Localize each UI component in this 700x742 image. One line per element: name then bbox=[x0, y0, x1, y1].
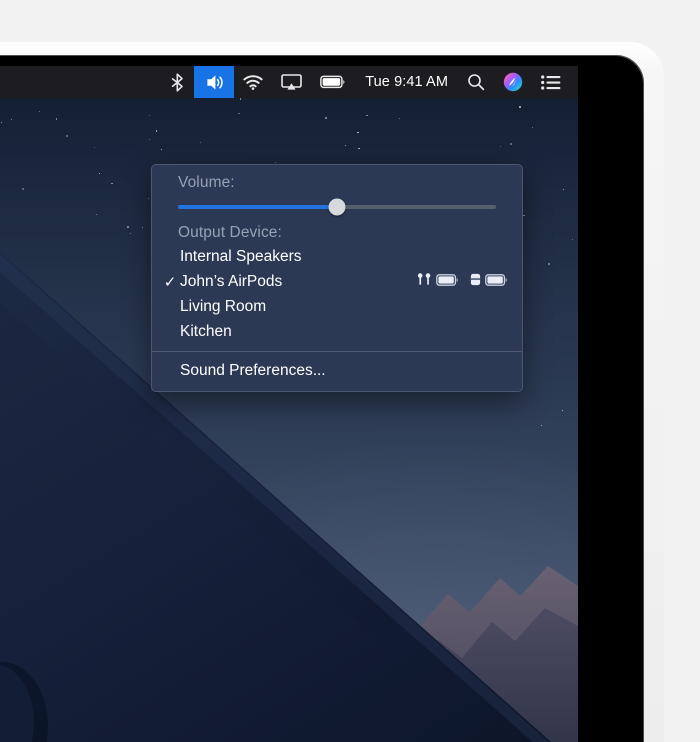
slider-track[interactable] bbox=[178, 198, 496, 216]
output-device-item[interactable]: Kitchen bbox=[152, 319, 522, 344]
slider-thumb[interactable] bbox=[328, 198, 346, 216]
list-icon bbox=[541, 74, 561, 90]
battery-group bbox=[417, 272, 459, 291]
menubar-item-volume[interactable] bbox=[194, 66, 235, 98]
menu-bar: Tue 9:41 AM bbox=[0, 66, 578, 98]
battery-icon bbox=[436, 273, 459, 291]
siri-icon bbox=[503, 72, 523, 92]
battery-icon bbox=[320, 75, 346, 89]
volume-icon bbox=[203, 74, 225, 91]
menubar-item-spotlight[interactable] bbox=[458, 66, 494, 98]
airplay-icon bbox=[281, 73, 303, 91]
output-device-label-text: John’s AirPods bbox=[180, 272, 283, 290]
menubar-clock[interactable]: Tue 9:41 AM bbox=[355, 74, 458, 90]
bluetooth-icon bbox=[170, 72, 185, 92]
output-device-item[interactable]: Internal Speakers bbox=[152, 244, 522, 269]
menubar-item-battery[interactable] bbox=[311, 66, 355, 98]
screenshot-root: Tue 9:41 AM Volume: Output Device: Inter… bbox=[0, 0, 700, 742]
menubar-item-bluetooth[interactable] bbox=[161, 66, 194, 98]
menu-footer: Sound Preferences... bbox=[152, 352, 522, 391]
output-device-label-text: Living Room bbox=[180, 297, 267, 315]
search-icon bbox=[467, 73, 485, 91]
checkmark-icon: ✓ bbox=[163, 273, 177, 291]
volume-slider[interactable] bbox=[152, 194, 522, 221]
battery-group bbox=[470, 273, 508, 291]
wifi-icon bbox=[243, 74, 263, 90]
slider-fill bbox=[178, 205, 337, 209]
sound-preferences-item[interactable]: Sound Preferences... bbox=[152, 358, 522, 383]
output-device-label-text: Internal Speakers bbox=[180, 247, 302, 265]
output-device-label-text: Kitchen bbox=[180, 322, 232, 340]
output-device-item[interactable]: Living Room bbox=[152, 294, 522, 319]
airpods-icon bbox=[417, 272, 432, 291]
menubar-item-notification-center[interactable] bbox=[532, 66, 570, 98]
battery-icon bbox=[485, 273, 508, 291]
output-device-item[interactable]: ✓ John’s AirPods bbox=[152, 269, 522, 294]
output-device-label: Output Device: bbox=[178, 224, 282, 241]
output-device-list: Internal Speakers ✓ John’s AirPods Living R… bbox=[152, 244, 522, 344]
menubar-item-airplay[interactable] bbox=[272, 66, 311, 98]
menubar-item-wifi[interactable] bbox=[234, 66, 272, 98]
volume-menu: Volume: Output Device: Internal Speakers… bbox=[151, 164, 523, 392]
volume-label: Volume: bbox=[178, 174, 235, 191]
menubar-item-siri[interactable] bbox=[494, 66, 532, 98]
airpods-case-icon bbox=[470, 273, 481, 291]
device-battery-status bbox=[417, 272, 508, 291]
sound-preferences-label: Sound Preferences... bbox=[180, 361, 326, 379]
screen: Tue 9:41 AM Volume: Output Device: Inter… bbox=[0, 66, 578, 742]
